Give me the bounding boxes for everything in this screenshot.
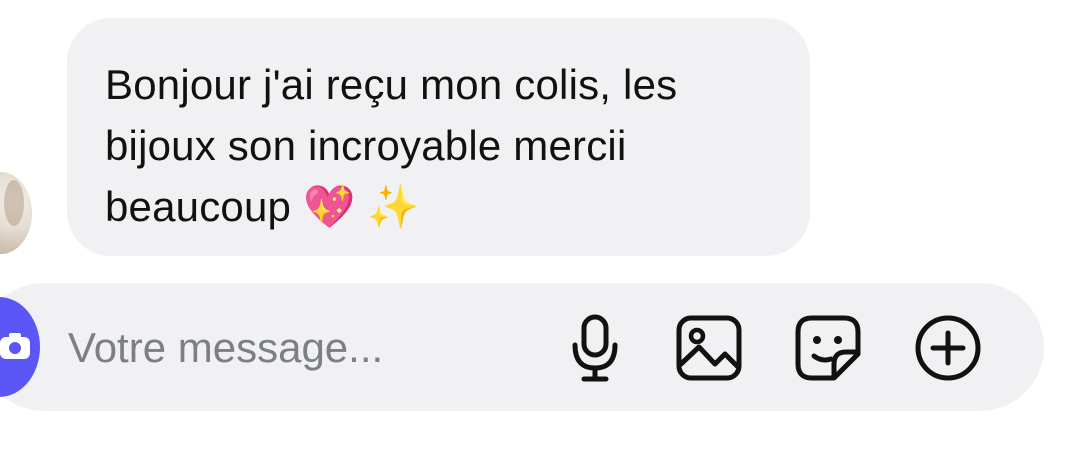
image-icon	[676, 315, 742, 381]
add-button[interactable]	[908, 308, 988, 388]
plus-circle-icon	[915, 315, 981, 381]
sticker-icon	[795, 315, 861, 381]
gallery-button[interactable]	[669, 308, 749, 388]
sticker-button[interactable]	[788, 308, 868, 388]
chat-screen: Bonjour j'ai reçu mon colis, les bijoux …	[0, 0, 1069, 455]
microphone-button[interactable]	[555, 308, 635, 388]
camera-icon	[0, 333, 30, 359]
microphone-icon	[572, 314, 618, 382]
received-message-bubble[interactable]: Bonjour j'ai reçu mon colis, les bijoux …	[67, 18, 810, 256]
sender-avatar[interactable]	[0, 172, 32, 254]
avatar-photo-detail	[4, 180, 24, 226]
message-input[interactable]	[68, 320, 528, 376]
message-text: Bonjour j'ai reçu mon colis, les bijoux …	[105, 61, 678, 230]
